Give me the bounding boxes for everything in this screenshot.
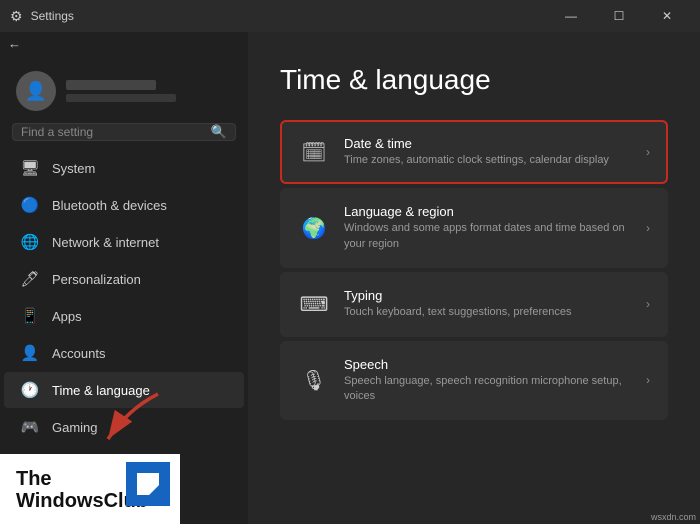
titlebar-controls: — ☐ ✕ — [548, 0, 690, 32]
sidebar-item-gaming[interactable]: 🎮 Gaming — [4, 409, 244, 445]
nav-icon-apps: 📱 — [20, 307, 40, 325]
watermark: The WindowsClub — [0, 454, 180, 524]
nav-icon-accounts: 👤 — [20, 344, 40, 362]
nav-label-apps: Apps — [52, 309, 82, 324]
sidebar-item-time[interactable]: 🕐 Time & language — [4, 372, 244, 408]
sidebar-item-system[interactable]: 🖥 System — [4, 150, 244, 186]
titlebar-title: Settings — [31, 9, 74, 23]
nav-label-time: Time & language — [52, 383, 150, 398]
setting-label-language-region: Language & region — [344, 204, 646, 219]
user-name — [66, 80, 156, 90]
nav-icon-personalization: 🖊 — [20, 270, 40, 288]
maximize-button[interactable]: ☐ — [596, 0, 642, 32]
chevron-icon-speech: › — [646, 373, 650, 387]
main-panel: Time & language 🗓 Date & time Time zones… — [248, 32, 700, 524]
nav-icon-time: 🕐 — [20, 381, 40, 399]
nav-label-gaming: Gaming — [52, 420, 98, 435]
user-email — [66, 94, 176, 102]
settings-window-icon: ⚙ — [10, 8, 23, 25]
sidebar-item-personalization[interactable]: 🖊 Personalization — [4, 261, 244, 297]
wsxdn-credit: wsxdn.com — [651, 512, 696, 522]
sidebar-item-apps[interactable]: 📱 Apps — [4, 298, 244, 334]
setting-label-date-time: Date & time — [344, 136, 646, 151]
close-button[interactable]: ✕ — [644, 0, 690, 32]
chevron-icon-language-region: › — [646, 221, 650, 235]
main-content: ← 👤 🔍 🖥 System 🔵 Bluetooth & devices — [0, 32, 700, 524]
watermark-blue-shape — [137, 473, 159, 495]
chevron-icon-typing: › — [646, 297, 650, 311]
nav-label-bluetooth: Bluetooth & devices — [52, 198, 167, 213]
nav-icon-system: 🖥 — [20, 159, 40, 177]
setting-icon-language-region: 🌍 — [298, 212, 330, 244]
sidebar-item-accounts[interactable]: 👤 Accounts — [4, 335, 244, 371]
setting-icon-typing: ⌨ — [298, 288, 330, 320]
sidebar-item-bluetooth[interactable]: 🔵 Bluetooth & devices — [4, 187, 244, 223]
minimize-button[interactable]: — — [548, 0, 594, 32]
back-button[interactable]: ← — [0, 32, 248, 55]
titlebar: ⚙ Settings — ☐ ✕ — [0, 0, 700, 32]
nav-label-system: System — [52, 161, 95, 176]
sidebar-item-network[interactable]: 🌐 Network & internet — [4, 224, 244, 260]
watermark-blue-box — [126, 462, 170, 506]
avatar[interactable]: 👤 — [16, 71, 56, 111]
setting-text-language-region: Language & region Windows and some apps … — [344, 204, 646, 252]
setting-label-typing: Typing — [344, 288, 646, 303]
settings-list: 🗓 Date & time Time zones, automatic cloc… — [280, 120, 668, 420]
search-icon: 🔍 — [211, 124, 227, 140]
setting-text-speech: Speech Speech language, speech recogniti… — [344, 357, 646, 405]
setting-item-typing[interactable]: ⌨ Typing Touch keyboard, text suggestion… — [280, 272, 668, 336]
setting-text-date-time: Date & time Time zones, automatic clock … — [344, 136, 646, 168]
setting-item-language-region[interactable]: 🌍 Language & region Windows and some app… — [280, 188, 668, 268]
nav-icon-bluetooth: 🔵 — [20, 196, 40, 214]
sidebar: ← 👤 🔍 🖥 System 🔵 Bluetooth & devices — [0, 32, 248, 524]
chevron-icon-date-time: › — [646, 145, 650, 159]
nav-icon-gaming: 🎮 — [20, 418, 40, 436]
setting-desc-speech: Speech language, speech recognition micr… — [344, 374, 646, 405]
nav-label-accounts: Accounts — [52, 346, 105, 361]
search-input[interactable] — [21, 125, 211, 139]
setting-icon-speech: 🎙 — [298, 364, 330, 396]
titlebar-left: ⚙ Settings — [10, 8, 74, 25]
setting-desc-typing: Touch keyboard, text suggestions, prefer… — [344, 305, 646, 320]
nav-icon-network: 🌐 — [20, 233, 40, 251]
search-bar[interactable]: 🔍 — [12, 123, 236, 141]
setting-item-date-time[interactable]: 🗓 Date & time Time zones, automatic cloc… — [280, 120, 668, 184]
setting-desc-language-region: Windows and some apps format dates and t… — [344, 221, 646, 252]
setting-text-typing: Typing Touch keyboard, text suggestions,… — [344, 288, 646, 320]
setting-desc-date-time: Time zones, automatic clock settings, ca… — [344, 153, 646, 168]
setting-item-speech[interactable]: 🎙 Speech Speech language, speech recogni… — [280, 341, 668, 421]
page-title: Time & language — [280, 64, 668, 96]
setting-icon-date-time: 🗓 — [298, 136, 330, 168]
user-profile: 👤 — [0, 55, 248, 119]
user-info — [66, 80, 232, 102]
back-icon: ← — [8, 36, 21, 51]
nav-label-network: Network & internet — [52, 235, 159, 250]
setting-label-speech: Speech — [344, 357, 646, 372]
nav-label-personalization: Personalization — [52, 272, 141, 287]
